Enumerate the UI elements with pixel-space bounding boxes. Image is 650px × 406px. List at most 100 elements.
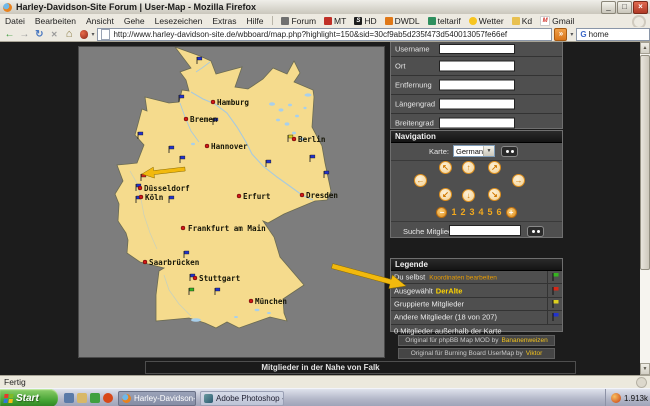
city-label: Köln [145,193,163,202]
search-bar[interactable]: G [576,28,650,41]
pan-left-button[interactable]: ← [414,174,427,187]
karte-go-button[interactable] [501,146,518,157]
pan-up-right-button[interactable]: ↗ [488,161,501,174]
reload-icon[interactable]: ↻ [33,28,46,41]
url-bar[interactable] [97,28,552,41]
pan-down-right-button[interactable]: ↘ [488,188,501,201]
scrollbar-thumb[interactable] [640,55,650,270]
selected-flag-icon [552,286,559,296]
tray-traffic-text: 1.913k [624,394,648,403]
laengengrad-input[interactable] [439,99,515,110]
zoom-level-6[interactable]: 6 [497,207,502,217]
quicklaunch-opera-icon[interactable] [103,393,113,403]
legende-header: Legende [391,259,562,271]
statusbar-grip-icon [636,377,647,388]
google-icon: G [580,30,586,39]
grouped-flag-icon [552,299,559,309]
menu-extras[interactable]: Extras [207,16,241,26]
city-label: Hamburg [217,98,249,107]
viktor-link[interactable]: Viktor [526,350,543,357]
menu-hilfe[interactable]: Hilfe [241,16,268,26]
pan-down-button[interactable]: ↓ [462,189,475,202]
zoom-level-4[interactable]: 4 [479,207,484,217]
forward-icon[interactable]: → [18,28,31,41]
back-icon[interactable]: ← [3,28,16,41]
nearby-members-bar: Mitglieder in der Nahe von Falk [145,361,576,374]
zoom-level-2[interactable]: 2 [460,207,465,217]
go-dropdown-icon[interactable]: ▾ [570,31,573,38]
screen: Harley-Davidson-Site Forum | User-Map - … [0,0,650,406]
koordinaten-bearbeiten-link[interactable]: Koordinaten bearbeiten [429,275,497,282]
entfernung-input[interactable] [439,80,515,91]
form-row: Längengrad [391,95,562,114]
tray-traffic-icon[interactable] [611,393,621,403]
windows-logo-icon [3,394,13,403]
go-button[interactable]: » [554,28,567,41]
extension-icon[interactable] [80,30,89,39]
dwdl-icon [385,17,393,25]
germany-map[interactable]: Hamburg Bremen Hannover Berlin Düsseldor… [78,46,385,358]
pan-right-button[interactable]: → [512,174,525,187]
status-bar: Fertig [0,375,650,388]
task-button-photoshop[interactable]: Adobe Photoshop - [... [200,391,284,406]
taskbar: Start Harley-Davidson-Site ... Adobe Pho… [0,388,650,406]
self-flag-icon [552,272,559,282]
others-flag-icon [552,312,559,322]
bookmark-kd[interactable]: Kd [508,16,536,26]
bookmark-hd[interactable]: S HD [350,16,380,26]
extension-dropdown-icon[interactable]: ▾ [91,31,94,38]
zoom-out-button[interactable]: − [436,207,447,218]
zoom-level-3[interactable]: 3 [469,207,474,217]
ort-input[interactable] [439,61,515,72]
task-button-firefox[interactable]: Harley-Davidson-Site ... [118,391,196,406]
legende-row-grouped: Gruppierte Mitglieder [391,298,562,311]
window-titlebar: Harley-Davidson-Site Forum | User-Map - … [0,0,650,15]
quicklaunch-green-icon[interactable] [90,393,100,403]
firefox-task-icon [122,394,131,403]
restore-button[interactable]: □ [617,1,632,14]
karte-select[interactable]: Germany ▼ [453,145,495,157]
home-icon[interactable]: ⌂ [63,28,76,41]
zoom-in-button[interactable]: + [506,207,517,218]
pan-up-button[interactable]: ↑ [462,161,475,174]
bookmark-dwdl[interactable]: DWDL [381,16,424,26]
scroll-down-icon[interactable]: ▼ [640,363,650,375]
suche-go-button[interactable] [527,226,544,237]
vertical-scrollbar[interactable]: ▲ ▼ [640,42,650,375]
username-input[interactable] [439,44,515,54]
suche-mitglied-input[interactable] [449,225,521,236]
bookmark-mt[interactable]: MT [320,16,350,26]
photoshop-task-icon [204,394,213,403]
zoom-level-1[interactable]: 1 [451,207,456,217]
city-label: Stuttgart [199,274,240,283]
start-button[interactable]: Start [0,389,58,406]
menu-lesezeichen[interactable]: Lesezeichen [150,16,208,26]
page-viewport: Hamburg Bremen Hannover Berlin Düsseldor… [0,42,650,375]
chevron-down-icon[interactable]: ▼ [483,146,494,156]
annotation-arrow-legende [330,260,410,294]
quicklaunch-desktop-icon[interactable] [64,393,74,403]
firefox-app-icon [3,3,12,12]
stop-icon[interactable]: ✕ [48,28,61,41]
bookmark-wetter[interactable]: Wetter [465,16,508,26]
minimize-button[interactable]: _ [601,1,616,14]
pan-down-left-button[interactable]: ↙ [439,188,452,201]
bananenweizen-link[interactable]: Bananenweizen [501,337,547,344]
zoom-level-5[interactable]: 5 [488,207,493,217]
url-input[interactable] [113,30,548,39]
selected-member-name[interactable]: DerAlte [436,286,463,295]
bookmark-gmail[interactable]: M Gmail [536,16,578,26]
bookmark-forum[interactable]: Forum [277,16,320,26]
menu-gehe[interactable]: Gehe [119,16,150,26]
menu-bearbeiten[interactable]: Bearbeiten [30,16,81,26]
bookmark-teltarif[interactable]: teltarif [424,16,465,26]
quicklaunch-folder-icon[interactable] [77,393,87,403]
menu-datei[interactable]: Datei [0,16,30,26]
scroll-up-icon[interactable]: ▲ [640,42,650,54]
close-button[interactable]: × [633,1,648,14]
search-input[interactable] [589,30,629,39]
menu-ansicht[interactable]: Ansicht [81,16,119,26]
page-favicon [101,29,110,40]
breitengrad-input[interactable] [439,118,515,129]
pan-up-left-button[interactable]: ↖ [439,161,452,174]
